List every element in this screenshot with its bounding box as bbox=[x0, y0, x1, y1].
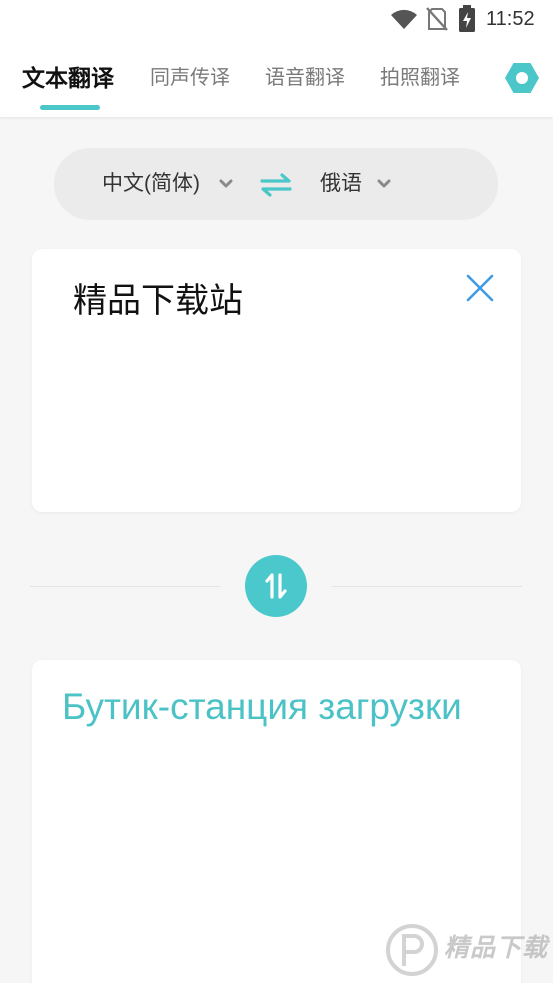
target-language-select[interactable]: 俄语 bbox=[320, 170, 362, 198]
tab-simultaneous-interpretation[interactable]: 同声传译 bbox=[150, 63, 230, 93]
divider-right bbox=[332, 586, 522, 587]
language-selector: 中文(简体) 俄语 bbox=[54, 148, 498, 220]
tab-text-translate[interactable]: 文本翻译 bbox=[22, 63, 114, 93]
source-text-input[interactable]: 精品下载站 bbox=[73, 279, 243, 323]
divider-left bbox=[30, 586, 220, 587]
swap-arrows-icon bbox=[260, 173, 292, 197]
translation-result-card: Бутик-станция загрузки bbox=[32, 660, 521, 983]
settings-button[interactable] bbox=[504, 60, 540, 96]
tab-voice-translate[interactable]: 语音翻译 bbox=[265, 63, 345, 93]
source-text-card[interactable]: 精品下载站 bbox=[32, 249, 521, 512]
chevron-down-icon[interactable] bbox=[219, 179, 233, 189]
status-time: 11:52 bbox=[486, 8, 535, 30]
no-sim-icon bbox=[426, 7, 448, 31]
swap-languages-button[interactable] bbox=[260, 172, 292, 198]
up-down-arrows-icon bbox=[265, 573, 287, 599]
chevron-down-icon[interactable] bbox=[377, 179, 391, 189]
source-language-select[interactable]: 中文(简体) bbox=[102, 170, 200, 198]
wifi-icon bbox=[391, 9, 417, 29]
exchange-text-button[interactable] bbox=[245, 555, 307, 617]
tab-photo-translate[interactable]: 拍照翻译 bbox=[380, 63, 460, 93]
close-icon bbox=[466, 274, 494, 302]
translation-result-text[interactable]: Бутик-станция загрузки bbox=[62, 684, 462, 730]
battery-charging-icon bbox=[459, 5, 475, 32]
hexagon-settings-icon bbox=[505, 63, 539, 93]
app-header: 11:52 文本翻译 同声传译 语音翻译 拍照翻译 bbox=[0, 0, 553, 117]
active-tab-indicator bbox=[40, 105, 100, 110]
clear-input-button[interactable] bbox=[465, 273, 495, 303]
